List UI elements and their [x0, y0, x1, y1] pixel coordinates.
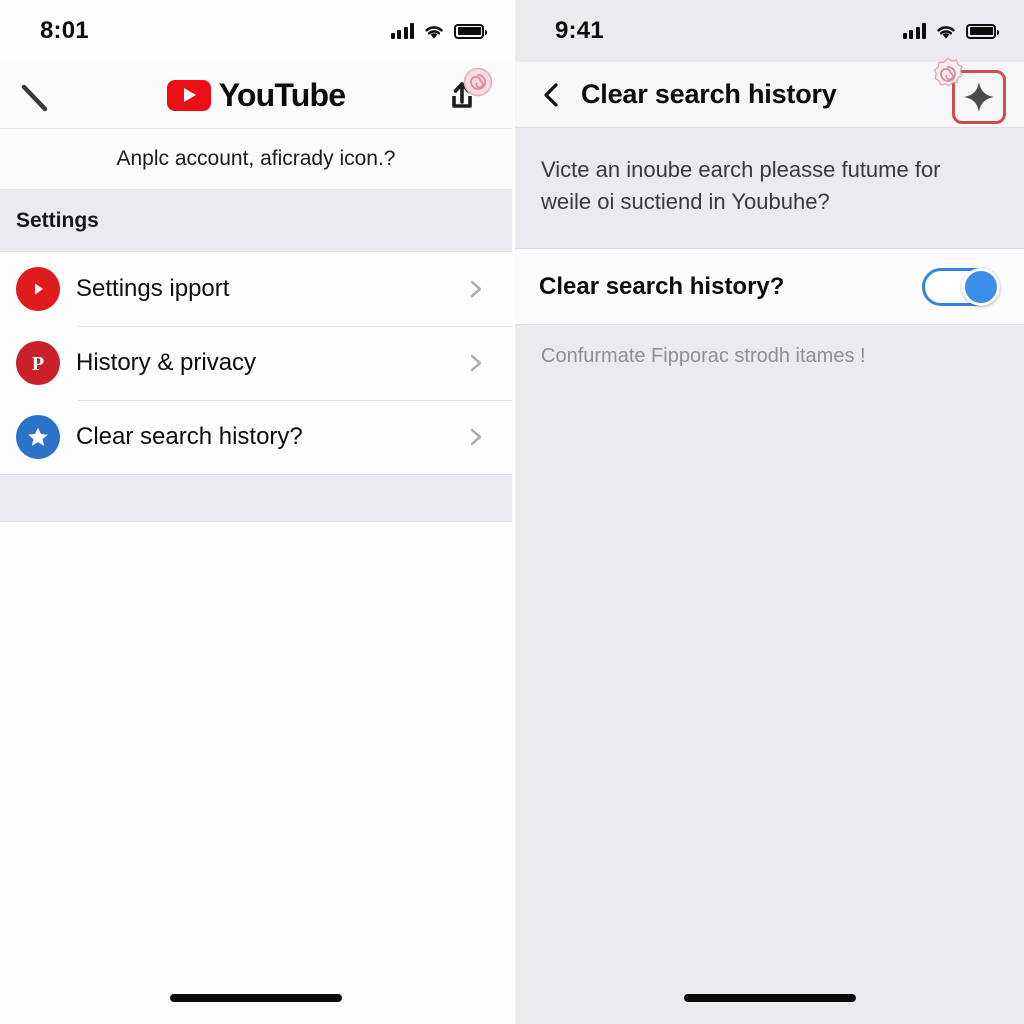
list-item[interactable]: P History & privacy	[0, 326, 512, 400]
share-upload-button[interactable]	[438, 67, 493, 120]
chevron-right-icon	[470, 354, 482, 372]
cellular-signal-icon	[390, 23, 414, 39]
home-indicator	[683, 994, 856, 1002]
description-band: Victe an inoube earch pleasse futume for…	[515, 128, 1024, 249]
youtube-play-icon	[166, 79, 211, 111]
svg-text:P: P	[32, 353, 44, 375]
list-item-label: Clear search history?	[76, 423, 303, 450]
chevron-left-icon[interactable]	[539, 82, 565, 108]
youtube-logo: YouTube	[166, 76, 346, 114]
pink-spiral-badge-icon	[933, 57, 963, 87]
toggle-label: Clear search history?	[539, 272, 785, 300]
chevron-right-icon	[470, 428, 482, 446]
back-arrow-partial-icon[interactable]	[18, 80, 54, 116]
toggle-knob	[962, 267, 1000, 306]
left-empty-area	[0, 522, 512, 1024]
list-item[interactable]: Settings ipport	[0, 252, 512, 326]
star-circle-icon	[16, 415, 60, 459]
list-item[interactable]: Clear search history?	[0, 400, 512, 474]
status-icon-group	[390, 23, 487, 40]
hint-band: Confurmate Fipporac strodh itames !	[515, 325, 1024, 1024]
battery-icon	[454, 23, 487, 39]
sparkle-icon	[964, 82, 994, 112]
account-subtitle-text: Anplc account, aficrady icon.?	[116, 147, 396, 170]
account-subtitle: Anplc account, aficrady icon.?	[0, 129, 512, 190]
cellular-signal-icon	[902, 23, 926, 39]
settings-list: Settings ipport P History & privacy Clea…	[0, 252, 512, 474]
wifi-icon	[425, 25, 443, 38]
right-status-bar: 9:41	[515, 0, 1024, 62]
right-phone-screen: 9:41 Clear search history Victe an inoub…	[512, 0, 1024, 1024]
page-title: Clear search history	[581, 79, 837, 109]
list-end-spacer	[0, 474, 512, 522]
list-item-label: Settings ipport	[76, 275, 230, 302]
hint-text: Confurmate Fipporac strodh itames !	[541, 345, 866, 367]
youtube-play-circle-icon	[16, 267, 60, 311]
sparkle-action-button[interactable]	[933, 57, 1006, 124]
dual-phone-screenshot: 8:01 YouTube Anplc account, aficrady ico…	[0, 0, 1024, 1024]
youtube-wordmark: YouTube	[218, 76, 346, 113]
clear-search-history-toggle[interactable]	[922, 267, 1000, 306]
settings-section-label: Settings	[16, 208, 99, 232]
right-app-bar: Clear search history	[515, 57, 1024, 128]
wifi-icon	[937, 25, 955, 38]
left-app-bar: YouTube	[0, 62, 512, 129]
share-upload-icon	[452, 82, 472, 108]
home-indicator	[170, 994, 342, 1002]
status-time: 9:41	[555, 17, 604, 44]
left-status-bar: 8:01	[0, 0, 512, 62]
left-phone-screen: 8:01 YouTube Anplc account, aficrady ico…	[0, 0, 512, 1024]
description-text: Victe an inoube earch pleasse futume for…	[541, 157, 941, 214]
status-time: 8:01	[40, 17, 89, 44]
clear-search-history-row[interactable]: Clear search history?	[515, 249, 1024, 325]
status-icon-group	[902, 23, 999, 40]
pinterest-icon: P	[16, 341, 60, 385]
battery-icon	[966, 23, 999, 39]
settings-section-header: Settings	[0, 190, 512, 252]
chevron-right-icon	[470, 280, 482, 298]
list-item-label: History & privacy	[76, 349, 257, 376]
